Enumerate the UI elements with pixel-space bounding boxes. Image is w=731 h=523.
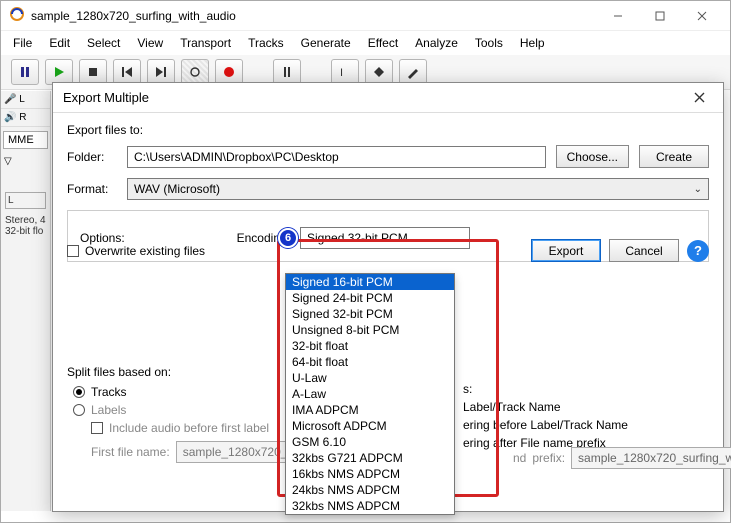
tracks-radio[interactable]	[73, 386, 85, 398]
speaker-device-row[interactable]: 🔊 R	[1, 109, 50, 127]
first-file-name-label: First file name:	[91, 445, 170, 459]
nd-label: nd	[513, 451, 526, 465]
encoding-option[interactable]: Microsoft ADPCM	[286, 418, 454, 434]
r-indicator: R	[19, 112, 26, 123]
menu-tracks[interactable]: Tracks	[240, 33, 292, 53]
audacity-icon	[9, 6, 25, 25]
menu-file[interactable]: File	[5, 33, 40, 53]
overwrite-label: Overwrite existing files	[85, 244, 205, 258]
close-window-button[interactable]	[682, 4, 722, 28]
format-value: WAV (Microsoft)	[134, 182, 220, 196]
name-opt-1: Label/Track Name	[463, 400, 628, 414]
encoding-option[interactable]: U-Law	[286, 370, 454, 386]
left-panel: 🎤 L 🔊 R MME ▽ L Stereo, 4 32-bit flo	[1, 91, 51, 511]
export-button[interactable]: Export	[531, 239, 601, 262]
mic-device-row[interactable]: 🎤 L	[1, 91, 50, 109]
name-files-header: s:	[463, 382, 628, 396]
menubar: File Edit Select View Transport Tracks G…	[1, 31, 730, 55]
export-files-to-label: Export files to:	[67, 123, 709, 137]
dialog-close-button[interactable]	[685, 86, 713, 110]
prefix-input	[571, 447, 731, 469]
format-label: Format:	[67, 182, 117, 196]
menu-select[interactable]: Select	[79, 33, 128, 53]
encoding-dropdown[interactable]: Signed 16-bit PCMSigned 24-bit PCMSigned…	[285, 273, 455, 515]
chevron-down-icon: ⌄	[694, 184, 702, 195]
encoding-option[interactable]: 32-bit float	[286, 338, 454, 354]
tracks-radio-label: Tracks	[91, 385, 127, 399]
create-button[interactable]: Create	[639, 145, 709, 168]
dialog-title: Export Multiple	[63, 90, 149, 105]
track-info: L Stereo, 4 32-bit flo	[1, 188, 50, 241]
help-button[interactable]: ?	[687, 240, 709, 262]
name-files-options: s: Label/Track Name ering before Label/T…	[463, 378, 628, 454]
track-format: Stereo, 4	[5, 215, 46, 226]
export-multiple-dialog: Export Multiple Export files to: Folder:…	[52, 82, 724, 512]
folder-input[interactable]	[127, 146, 546, 168]
track-collapse-icon[interactable]: ▽	[1, 153, 50, 170]
l-indicator: L	[19, 94, 25, 105]
choose-button[interactable]: Choose...	[556, 145, 629, 168]
chevron-down-icon: ⌄	[453, 231, 463, 245]
encoding-select[interactable]: Signed 32-bit PCM ⌄	[300, 227, 470, 249]
svg-text:I: I	[340, 67, 343, 79]
menu-analyze[interactable]: Analyze	[407, 33, 466, 53]
encoding-label: Encoding:	[150, 231, 290, 245]
encoding-option[interactable]: A-Law	[286, 386, 454, 402]
encoding-option[interactable]: 16kbs NMS ADPCM	[286, 466, 454, 482]
labels-radio[interactable]	[73, 404, 85, 416]
encoding-option[interactable]: Unsigned 8-bit PCM	[286, 322, 454, 338]
overwrite-checkbox[interactable]	[67, 245, 79, 257]
encoding-option[interactable]: Signed 32-bit PCM	[286, 306, 454, 322]
window-title: sample_1280x720_surfing_with_audio	[31, 9, 236, 23]
host-select[interactable]: MME	[3, 131, 48, 149]
folder-label: Folder:	[67, 150, 117, 164]
titlebar: sample_1280x720_surfing_with_audio	[1, 1, 730, 31]
encoding-option[interactable]: IMA ADPCM	[286, 402, 454, 418]
encoding-option[interactable]: Signed 16-bit PCM	[286, 274, 454, 290]
cancel-button[interactable]: Cancel	[609, 239, 679, 262]
menu-edit[interactable]: Edit	[41, 33, 78, 53]
menu-view[interactable]: View	[129, 33, 171, 53]
labels-radio-label: Labels	[91, 403, 126, 417]
name-opt-2: ering before Label/Track Name	[463, 418, 628, 432]
prefix-label: prefix:	[532, 451, 565, 465]
menu-help[interactable]: Help	[512, 33, 553, 53]
maximize-button[interactable]	[640, 4, 680, 28]
encoding-option[interactable]: Signed 24-bit PCM	[286, 290, 454, 306]
pause-button[interactable]	[11, 59, 39, 85]
encoding-option[interactable]: 24kbs NMS ADPCM	[286, 482, 454, 498]
track-depth: 32-bit flo	[5, 226, 46, 237]
annotation-step-badge: 6	[278, 228, 298, 248]
dialog-titlebar: Export Multiple	[53, 83, 723, 113]
encoding-option[interactable]: 32kbs NMS ADPCM	[286, 498, 454, 514]
include-audio-checkbox[interactable]	[91, 422, 103, 434]
l-box: L	[5, 192, 46, 209]
encoding-option[interactable]: 32kbs G721 ADPCM	[286, 450, 454, 466]
minimize-button[interactable]	[598, 4, 638, 28]
encoding-option[interactable]: 64-bit float	[286, 354, 454, 370]
menu-transport[interactable]: Transport	[172, 33, 239, 53]
encoding-value: Signed 32-bit PCM	[307, 231, 408, 245]
options-label: Options:	[80, 231, 140, 245]
menu-tools[interactable]: Tools	[467, 33, 511, 53]
include-audio-label: Include audio before first label	[109, 421, 269, 435]
format-select[interactable]: WAV (Microsoft) ⌄	[127, 178, 709, 200]
menu-effect[interactable]: Effect	[360, 33, 406, 53]
menu-generate[interactable]: Generate	[293, 33, 359, 53]
encoding-option[interactable]: GSM 6.10	[286, 434, 454, 450]
